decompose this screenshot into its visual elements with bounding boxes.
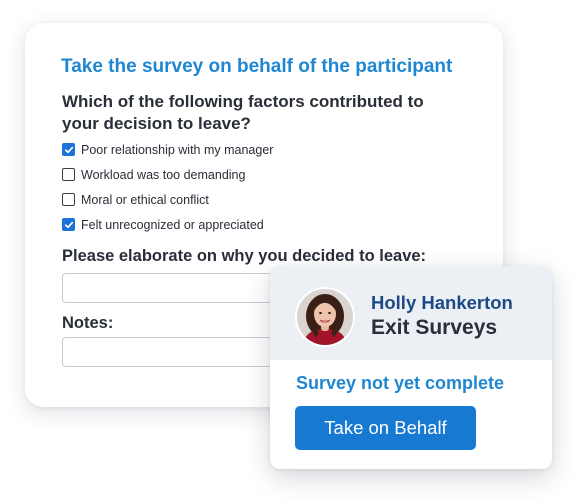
take-on-behalf-button[interactable]: Take on Behalf (295, 406, 476, 450)
checkbox-moral-conflict[interactable] (62, 193, 75, 206)
survey-status: Survey not yet complete (296, 373, 505, 393)
avatar (297, 289, 353, 345)
survey-question: Which of the following factors contribut… (62, 92, 424, 133)
check-icon (64, 221, 73, 228)
participant-photo-icon (297, 289, 353, 345)
participant-module: Exit Surveys (371, 316, 498, 339)
option-list: Poor relationship with my manager Worklo… (62, 137, 273, 237)
checkbox-poor-relationship[interactable] (62, 143, 75, 156)
option-label: Felt unrecognized or appreciated (81, 217, 264, 232)
notes-label: Notes: (62, 314, 114, 332)
option-unrecognized[interactable]: Felt unrecognized or appreciated (62, 212, 273, 237)
survey-heading: Take the survey on behalf of the partici… (61, 56, 453, 77)
option-poor-relationship[interactable]: Poor relationship with my manager (62, 137, 273, 162)
participant-name: Holly Hankerton (371, 292, 513, 313)
elaborate-label: Please elaborate on why you decided to l… (62, 247, 427, 265)
participant-header: Holly Hankerton Exit Surveys (270, 266, 552, 360)
option-workload[interactable]: Workload was too demanding (62, 162, 273, 187)
check-icon (64, 146, 73, 153)
stage: Take the survey on behalf of the partici… (0, 0, 578, 500)
option-label: Workload was too demanding (81, 167, 246, 182)
participant-card: Holly Hankerton Exit Surveys Survey not … (270, 266, 552, 469)
option-label: Poor relationship with my manager (81, 142, 274, 157)
option-moral-conflict[interactable]: Moral or ethical conflict (62, 187, 273, 212)
option-label: Moral or ethical conflict (81, 192, 209, 207)
checkbox-unrecognized[interactable] (62, 218, 75, 231)
checkbox-workload[interactable] (62, 168, 75, 181)
